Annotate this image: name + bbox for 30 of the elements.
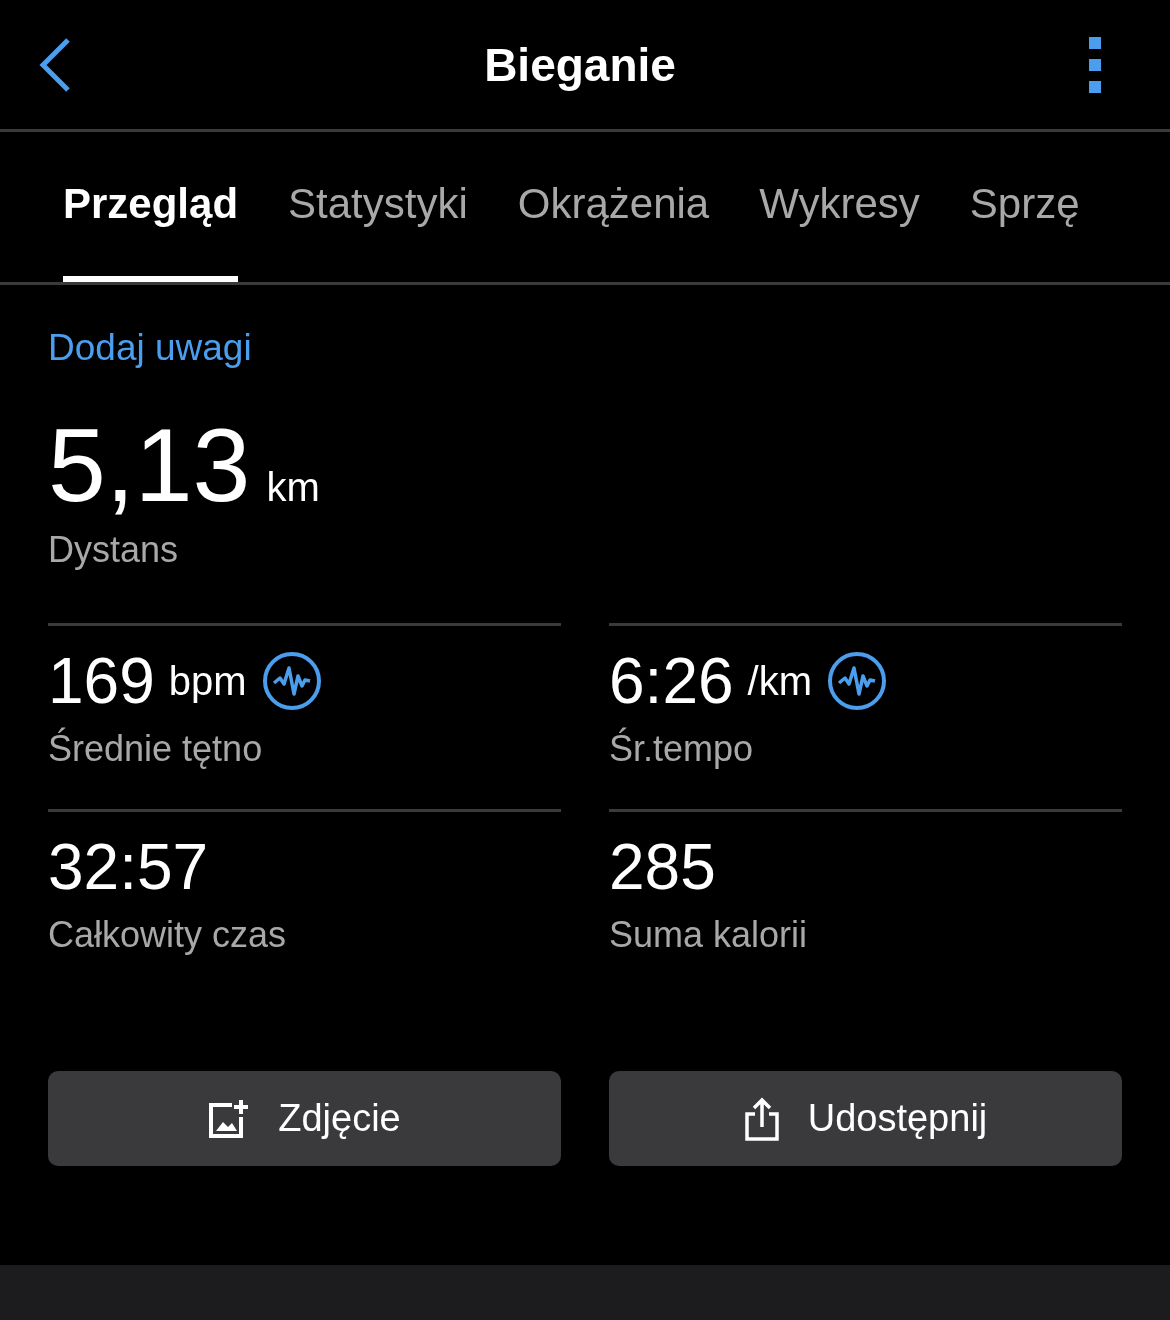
activity-chart-icon[interactable] bbox=[260, 650, 323, 713]
stat-label: Całkowity czas bbox=[48, 914, 287, 957]
tab[interactable]: Okrążenia bbox=[517, 132, 710, 282]
stat-label: Suma kalorii bbox=[609, 914, 808, 957]
screen-title: Bieganie bbox=[484, 37, 676, 92]
stat-value: 285 bbox=[609, 832, 716, 903]
stat-value: 32:57 bbox=[48, 832, 209, 903]
stat-value: 169 bbox=[48, 646, 155, 717]
activity-chart-icon[interactable] bbox=[826, 650, 888, 713]
stat-label: Średnie tętno bbox=[48, 728, 263, 771]
stat-label: Śr.tempo bbox=[609, 728, 754, 771]
photo-button[interactable]: Zdjęcie bbox=[48, 1071, 561, 1166]
share-icon bbox=[743, 1096, 780, 1141]
tab[interactable]: Wykresy bbox=[759, 132, 920, 282]
stat-unit: bpm bbox=[168, 658, 247, 704]
more-menu-button[interactable] bbox=[1088, 36, 1102, 93]
distance-value: 5,13 bbox=[48, 413, 251, 517]
add-notes-link[interactable]: Dodaj uwagi bbox=[48, 327, 252, 369]
tab[interactable]: Sprzę bbox=[969, 132, 1080, 282]
back-button[interactable] bbox=[38, 36, 72, 93]
distance-unit: km bbox=[266, 465, 320, 510]
more-icon bbox=[1088, 36, 1102, 93]
stat-value: 6:26 bbox=[609, 646, 734, 717]
tab[interactable]: Statystyki bbox=[288, 132, 468, 282]
stat-unit: /km bbox=[747, 658, 812, 704]
share-button[interactable]: Udostępnij bbox=[609, 1071, 1122, 1166]
stat-label: Dystans bbox=[48, 529, 179, 571]
add-photo-icon bbox=[208, 1098, 251, 1139]
tab[interactable]: Przegląd bbox=[63, 132, 239, 282]
back-icon bbox=[38, 36, 72, 93]
